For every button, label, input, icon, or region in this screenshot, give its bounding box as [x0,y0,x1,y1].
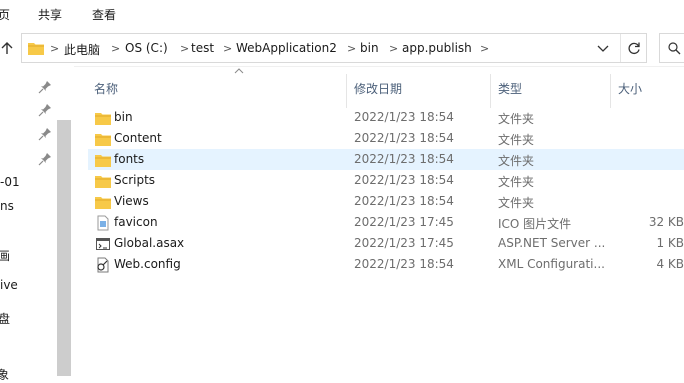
refresh-icon [628,42,640,55]
address-row: > 此电脑 > OS (C:) > test > WebApplication2… [0,30,684,67]
file-type: XML Configurati... [498,257,605,271]
file-date: 2022/1/23 18:54 [354,194,454,208]
pin-icon[interactable] [38,152,52,166]
folder-icon [95,197,111,209]
breadcrumb-separator[interactable]: > [50,42,59,55]
file-date: 2022/1/23 17:45 [354,215,454,229]
file-date: 2022/1/23 18:54 [354,173,454,187]
column-header-row: 名称 修改日期 类型 大小 [74,66,684,110]
pin-icon[interactable] [38,127,52,141]
up-arrow-icon[interactable] [0,41,14,55]
file-size: 4 KB [656,257,684,271]
tab-view[interactable]: 查看 [92,6,116,23]
file-date: 2022/1/23 18:54 [354,110,454,124]
file-type: ICO 图片文件 [498,217,572,231]
folder-icon [95,155,111,167]
file-row[interactable]: bin 2022/1/23 18:54 文件夹 [88,107,684,128]
column-header-type[interactable]: 类型 [498,80,522,97]
breadcrumb-this-pc[interactable]: 此电脑 [64,41,100,58]
folder-icon [95,176,111,188]
file-name: favicon [114,215,158,229]
tab-view-cut[interactable]: 页 [0,6,10,23]
column-header-name[interactable]: 名称 [94,80,118,97]
breadcrumb-webapplication2[interactable]: WebApplication2 [236,41,337,55]
breadcrumb-test[interactable]: test [191,41,214,55]
search-input[interactable] [659,33,684,63]
file-name: Web.config [114,257,181,271]
file-name: fonts [114,152,145,166]
file-name: Views [114,194,149,208]
breadcrumb-separator[interactable]: > [480,42,489,55]
breadcrumb-separator[interactable]: > [223,42,232,55]
breadcrumb-separator[interactable]: > [180,42,189,55]
file-name: Content [114,131,162,145]
file-row[interactable]: Views 2022/1/23 18:54 文件夹 [88,191,684,212]
address-bar[interactable]: > 此电脑 > OS (C:) > test > WebApplication2… [21,33,647,63]
file-name: Global.asax [114,236,185,250]
breadcrumb-os-c[interactable]: OS (C:) [125,41,168,55]
file-size: 32 KB [648,215,684,229]
breadcrumb-bin[interactable]: bin [360,41,379,55]
folder-icon [28,43,44,55]
column-divider[interactable] [610,74,611,108]
file-date: 2022/1/23 18:54 [354,257,454,271]
breadcrumb-separator[interactable]: > [389,42,398,55]
column-header-size[interactable]: 大小 [618,80,642,97]
ribbon: 页 共享 查看 [0,0,684,30]
file-size: 1 KB [656,236,684,250]
search-icon [668,42,681,55]
file-type: 文件夹 [498,175,535,189]
file-row[interactable]: Scripts 2022/1/23 18:54 文件夹 [88,170,684,191]
file-name: Scripts [114,173,156,187]
tab-share[interactable]: 共享 [38,6,62,23]
nav-item[interactable]: -01 [0,175,20,189]
chevron-down-icon[interactable] [592,39,614,57]
column-header-date[interactable]: 修改日期 [354,80,402,97]
pin-icon[interactable] [38,80,52,94]
file-type: 文件夹 [498,154,535,168]
folder-icon [95,134,111,146]
column-divider[interactable] [490,74,491,108]
file-type: ASP.NET Server ... [498,236,606,250]
refresh-button[interactable] [620,34,647,62]
pin-icon[interactable] [38,103,52,117]
file-date: 2022/1/23 18:54 [354,131,454,145]
sort-up-icon [234,68,244,74]
file-row[interactable]: Web.config 2022/1/23 18:54 XML Configura… [88,254,684,275]
breadcrumb-separator[interactable]: > [347,42,356,55]
file-row[interactable]: Content 2022/1/23 18:54 文件夹 [88,128,684,149]
ico-file-icon [97,215,109,231]
file-row[interactable]: favicon 2022/1/23 17:45 ICO 图片文件 32 KB [88,212,684,233]
folder-icon [95,113,111,125]
navigation-pane: -01 ns 画 ive 盘 象 [0,66,74,382]
file-date: 2022/1/23 17:45 [354,236,454,250]
file-row-selected[interactable]: fonts 2022/1/23 18:54 文件夹 [88,149,684,170]
file-row[interactable]: Global.asax 2022/1/23 17:45 ASP.NET Serv… [88,233,684,254]
nav-scrollbar[interactable] [57,120,71,376]
config-file-icon [97,257,109,273]
nav-item[interactable]: 盘 [0,310,10,327]
asax-file-icon [96,238,110,250]
breadcrumb-app-publish[interactable]: app.publish [402,41,472,55]
file-name: bin [114,110,133,124]
file-type: 文件夹 [498,133,535,147]
nav-item[interactable]: ive [0,278,18,292]
column-divider[interactable] [346,74,347,108]
nav-item[interactable]: 画 [0,247,10,264]
file-date: 2022/1/23 18:54 [354,152,454,166]
file-type: 文件夹 [498,196,535,210]
file-type: 文件夹 [498,112,535,126]
breadcrumb-separator[interactable]: > [111,42,120,55]
nav-item[interactable]: ns [0,199,14,213]
nav-item[interactable]: 象 [0,366,9,383]
